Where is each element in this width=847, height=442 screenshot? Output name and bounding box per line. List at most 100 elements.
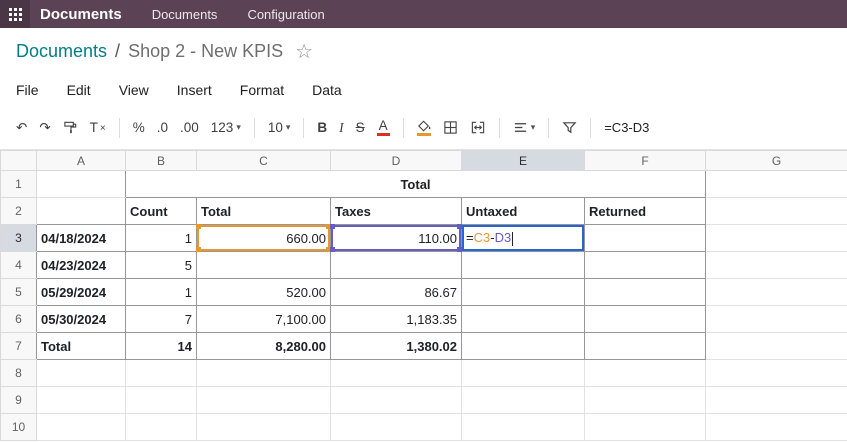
fill-color-button[interactable]	[411, 116, 437, 140]
cell-G7[interactable]	[705, 332, 847, 360]
cell-D5[interactable]: 86.67	[330, 278, 462, 306]
menu-insert[interactable]: Insert	[177, 82, 212, 98]
italic-button[interactable]: I	[333, 117, 350, 139]
horizontal-align-button[interactable]: ▾	[507, 116, 542, 139]
cell-F10[interactable]	[584, 413, 706, 441]
merge-cells-button[interactable]	[464, 116, 492, 139]
nav-item-documents[interactable]: Documents	[152, 7, 218, 22]
row-header-1[interactable]: 1	[0, 170, 37, 198]
cell-C9[interactable]	[196, 386, 331, 414]
cell-E8[interactable]	[461, 359, 585, 387]
filter-button[interactable]	[556, 116, 583, 139]
cell-G3[interactable]	[705, 224, 847, 252]
merged-title-cell[interactable]: Total	[125, 170, 706, 198]
cell-B6-count[interactable]: 7	[125, 305, 197, 333]
cell-F4[interactable]	[584, 251, 706, 279]
cell-A7-total-label[interactable]: Total	[36, 332, 126, 360]
cell-F9[interactable]	[584, 386, 706, 414]
cell-A4-date[interactable]: 04/23/2024	[36, 251, 126, 279]
column-header-a[interactable]: A	[36, 150, 126, 171]
decrease-decimal-button[interactable]: .0	[151, 117, 174, 139]
cell-F5[interactable]	[584, 278, 706, 306]
font-size-button[interactable]: 10 ▾	[262, 117, 297, 139]
favorite-star-icon[interactable]: ☆	[295, 39, 313, 64]
cell-G9[interactable]	[705, 386, 847, 414]
cell-C3-formula-ref1[interactable]: 660.00	[196, 224, 331, 252]
cell-A2[interactable]	[36, 197, 126, 225]
cell-B8[interactable]	[125, 359, 197, 387]
menu-edit[interactable]: Edit	[67, 82, 91, 98]
cell-B7-total-count[interactable]: 14	[125, 332, 197, 360]
increase-decimal-button[interactable]: .00	[174, 117, 205, 139]
row-header-5[interactable]: 5	[0, 278, 37, 306]
cell-E4[interactable]	[461, 251, 585, 279]
row-header-7[interactable]: 7	[0, 332, 37, 360]
cell-C7-total-sum[interactable]: 8,280.00	[196, 332, 331, 360]
cell-G2[interactable]	[705, 197, 847, 225]
clear-format-button[interactable]: T ×	[84, 117, 112, 139]
cell-F3[interactable]	[584, 224, 706, 252]
cell-content-display[interactable]: =C3-D3	[598, 120, 649, 135]
cell-F7[interactable]	[584, 332, 706, 360]
cell-E6[interactable]	[461, 305, 585, 333]
row-header-6[interactable]: 6	[0, 305, 37, 333]
cell-A5-date[interactable]: 05/29/2024	[36, 278, 126, 306]
cell-F8[interactable]	[584, 359, 706, 387]
breadcrumb-parent-link[interactable]: Documents	[16, 41, 107, 62]
column-header-f[interactable]: F	[584, 150, 706, 171]
cell-F6[interactable]	[584, 305, 706, 333]
format-percent-button[interactable]: %	[127, 117, 151, 139]
cell-E10[interactable]	[461, 413, 585, 441]
apps-menu-button[interactable]	[0, 0, 30, 28]
column-header-e-active[interactable]: E	[461, 150, 585, 171]
row-header-10[interactable]: 10	[0, 413, 37, 441]
paint-format-button[interactable]	[57, 116, 84, 139]
menu-format[interactable]: Format	[240, 82, 284, 98]
cell-C4[interactable]	[196, 251, 331, 279]
cell-D6[interactable]: 1,183.35	[330, 305, 462, 333]
row-header-2[interactable]: 2	[0, 197, 37, 225]
cell-G5[interactable]	[705, 278, 847, 306]
strikethrough-button[interactable]: S	[350, 117, 371, 139]
undo-button[interactable]: ↶	[10, 117, 33, 139]
cell-E9[interactable]	[461, 386, 585, 414]
cell-E7[interactable]	[461, 332, 585, 360]
cell-B9[interactable]	[125, 386, 197, 414]
cell-D2-header-taxes[interactable]: Taxes	[330, 197, 462, 225]
row-header-9[interactable]: 9	[0, 386, 37, 414]
text-color-button[interactable]: A	[371, 115, 396, 141]
active-cell-E3-editing[interactable]: =C3-D3	[461, 224, 585, 252]
cell-A1[interactable]	[36, 170, 126, 198]
cell-E2-header-untaxed[interactable]: Untaxed	[461, 197, 585, 225]
row-header-3-active[interactable]: 3	[0, 224, 37, 252]
nav-item-configuration[interactable]: Configuration	[247, 7, 324, 22]
menu-data[interactable]: Data	[312, 82, 342, 98]
borders-button[interactable]	[437, 116, 464, 139]
cell-C8[interactable]	[196, 359, 331, 387]
cell-D7-taxes-sum[interactable]: 1,380.02	[330, 332, 462, 360]
cell-C2-header-total[interactable]: Total	[196, 197, 331, 225]
row-header-4[interactable]: 4	[0, 251, 37, 279]
cell-G8[interactable]	[705, 359, 847, 387]
cell-E5[interactable]	[461, 278, 585, 306]
redo-button[interactable]: ↷	[33, 117, 56, 139]
cell-G10[interactable]	[705, 413, 847, 441]
cell-A9[interactable]	[36, 386, 126, 414]
cell-B2-header-count[interactable]: Count	[125, 197, 197, 225]
column-header-g[interactable]: G	[705, 150, 847, 171]
menu-view[interactable]: View	[119, 82, 149, 98]
cell-C5[interactable]: 520.00	[196, 278, 331, 306]
cell-A8[interactable]	[36, 359, 126, 387]
cell-B5-count[interactable]: 1	[125, 278, 197, 306]
cell-A6-date[interactable]: 05/30/2024	[36, 305, 126, 333]
bold-button[interactable]: B	[311, 117, 333, 139]
menu-file[interactable]: File	[16, 82, 39, 98]
cell-G1[interactable]	[705, 170, 847, 198]
cell-D9[interactable]	[330, 386, 462, 414]
cell-A10[interactable]	[36, 413, 126, 441]
select-all-corner[interactable]	[0, 150, 37, 171]
cell-B10[interactable]	[125, 413, 197, 441]
column-header-c[interactable]: C	[196, 150, 331, 171]
column-header-b[interactable]: B	[125, 150, 197, 171]
cell-B4-count[interactable]: 5	[125, 251, 197, 279]
